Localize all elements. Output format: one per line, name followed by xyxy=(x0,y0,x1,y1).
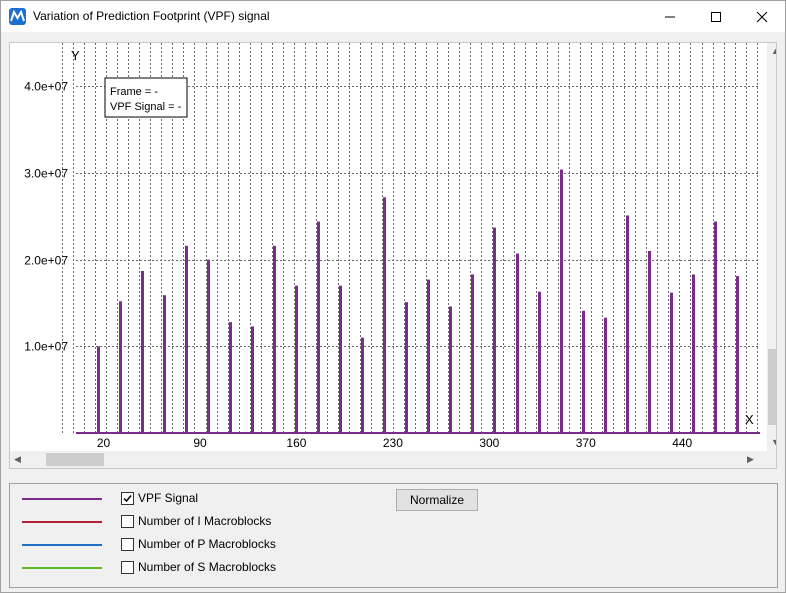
i-macroblocks-label[interactable]: Number of I Macroblocks xyxy=(138,514,271,528)
p-macroblocks-checkbox[interactable] xyxy=(121,538,134,551)
vpf-bar xyxy=(317,221,320,433)
checkmark-icon xyxy=(123,495,132,503)
minimize-icon xyxy=(665,16,675,17)
vpf-bar xyxy=(273,245,276,433)
vpf-bar xyxy=(405,302,408,433)
y-tick-label: 3.0e+07 xyxy=(24,167,68,181)
x-tick-label: 440 xyxy=(672,436,692,450)
horizontal-scrollbar[interactable]: ◀ ▶ xyxy=(10,451,767,468)
vpf-bar xyxy=(339,285,342,433)
app-icon xyxy=(9,8,26,25)
legend-line-i xyxy=(22,521,102,523)
i-macroblocks-checkbox[interactable] xyxy=(121,515,134,528)
scroll-down-icon[interactable]: ▼ xyxy=(771,438,776,447)
legend-item-p-macroblocks: Number of P Macroblocks xyxy=(22,535,302,555)
s-macroblocks-label[interactable]: Number of S Macroblocks xyxy=(138,560,276,574)
legend-item-i-macroblocks: Number of I Macroblocks xyxy=(22,512,302,532)
info-box: Frame = - VPF Signal = - xyxy=(104,77,188,118)
window-title: Variation of Prediction Footprint (VPF) … xyxy=(33,9,270,23)
vpf-bar xyxy=(119,301,122,433)
vpf-bar xyxy=(185,245,188,433)
vpf-bar xyxy=(229,322,232,433)
minimize-button[interactable] xyxy=(647,1,693,32)
vpf-window: Variation of Prediction Footprint (VPF) … xyxy=(0,0,786,593)
scroll-left-icon[interactable]: ◀ xyxy=(14,455,21,464)
horizontal-scroll-thumb[interactable] xyxy=(46,453,104,466)
vpf-bar xyxy=(538,291,541,433)
vpf-bar xyxy=(471,274,474,433)
close-button[interactable] xyxy=(739,1,785,32)
vpf-bar xyxy=(427,279,430,433)
vpf-bar xyxy=(648,251,651,433)
scroll-up-icon[interactable]: ▲ xyxy=(771,47,776,56)
legend-line-s xyxy=(22,567,102,569)
close-icon xyxy=(756,11,768,22)
vpf-bar xyxy=(736,276,739,433)
info-vpf-signal: VPF Signal = - xyxy=(110,101,182,113)
plot-area: 1.0e+07 2.0e+07 3.0e+07 4.0e+07 20 90 160 230 30… xyxy=(9,42,777,469)
p-macroblocks-label[interactable]: Number of P Macroblocks xyxy=(138,537,276,551)
legend-line-p xyxy=(22,544,102,546)
vpf-bar xyxy=(493,227,496,433)
vpf-bar xyxy=(604,317,607,433)
vertical-scrollbar[interactable]: ▲ ▼ xyxy=(767,43,776,451)
vertical-scroll-thumb[interactable] xyxy=(768,349,776,425)
vpf-bar xyxy=(692,274,695,433)
vpf-bar xyxy=(163,295,166,433)
x-tick-label: 20 xyxy=(97,436,111,450)
vpf-bar xyxy=(670,292,673,433)
x-axis-label: X xyxy=(745,412,754,427)
vpf-bar xyxy=(97,346,100,433)
maximize-icon xyxy=(711,11,721,22)
legend-item-s-macroblocks: Number of S Macroblocks xyxy=(22,558,302,578)
scroll-corner xyxy=(767,451,776,468)
legend-item-vpf: VPF Signal xyxy=(22,489,302,509)
vpf-bar xyxy=(560,169,563,433)
vpf-bar xyxy=(714,221,717,433)
x-tick-label: 370 xyxy=(576,436,596,450)
normalize-button[interactable]: Normalize xyxy=(396,489,478,511)
vpf-bar xyxy=(207,259,210,433)
vpf-signal-label[interactable]: VPF Signal xyxy=(138,491,198,505)
legend-panel: VPF Signal Number of I Macroblocks Numbe… xyxy=(9,483,778,588)
y-axis-label: Y xyxy=(71,48,80,63)
vpf-bar xyxy=(449,306,452,433)
scroll-right-icon[interactable]: ▶ xyxy=(747,455,754,464)
s-macroblocks-checkbox[interactable] xyxy=(121,561,134,574)
x-tick-label: 300 xyxy=(479,436,499,450)
vpf-signal-checkbox[interactable] xyxy=(121,492,134,505)
y-tick-label: 4.0e+07 xyxy=(24,80,68,94)
vpf-bar xyxy=(383,197,386,433)
vpf-bar xyxy=(582,310,585,433)
vpf-bar xyxy=(626,215,629,433)
maximize-button[interactable] xyxy=(693,1,739,32)
x-tick-label: 160 xyxy=(286,436,306,450)
vpf-bar xyxy=(516,253,519,433)
legend-line-vpf xyxy=(22,498,102,500)
x-tick-label: 90 xyxy=(193,436,207,450)
y-tick-label: 1.0e+07 xyxy=(24,340,68,354)
vpf-bar xyxy=(251,326,254,433)
info-frame: Frame = - xyxy=(110,86,158,98)
y-tick-label: 2.0e+07 xyxy=(24,254,68,268)
title-bar: Variation of Prediction Footprint (VPF) … xyxy=(1,1,785,32)
vpf-bar xyxy=(295,285,298,433)
vpf-bar xyxy=(141,270,144,433)
x-tick-label: 230 xyxy=(383,436,403,450)
vpf-bar xyxy=(361,337,364,433)
vpf-chart: 1.0e+07 2.0e+07 3.0e+07 4.0e+07 20 90 160 230 30… xyxy=(24,43,760,450)
